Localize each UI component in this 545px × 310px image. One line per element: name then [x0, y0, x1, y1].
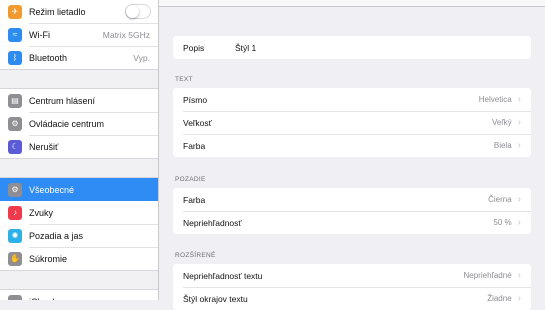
chevron-right-icon: › — [517, 140, 521, 151]
sidebar-item-label: Bluetooth — [29, 52, 68, 63]
row-value: 50 % — [493, 218, 512, 227]
row-label: Písmo — [183, 94, 208, 105]
row-value: Veľký — [491, 118, 512, 127]
notification-center-icon: ▤ — [8, 93, 22, 108]
sidebar-item-notification-center[interactable]: ▤ Centrum hlásení — [0, 89, 158, 112]
sidebar-group-notifications: ▤ Centrum hlásení ⚙ Ovládacie centrum ☾ … — [0, 89, 158, 158]
chevron-right-icon: › — [517, 293, 521, 304]
privacy-hand-icon: ✋ — [8, 251, 22, 266]
sidebar-group-connectivity: ✈ Režim lietadlo ≈ Wi-Fi Matrix 5GHz ᛒ B… — [0, 0, 158, 69]
row-value: Helvetica — [478, 95, 512, 104]
row-label: Veľkosť — [183, 117, 212, 128]
style-name-row[interactable]: Popis Štýl 1 — [173, 36, 531, 59]
section-header-text: TEXT — [175, 76, 193, 83]
sidebar-item-label: Všeobecné — [29, 184, 75, 195]
chevron-right-icon: › — [517, 117, 521, 128]
advanced-settings-card: Nepriehľadnosť textu Nepriehľadné › Štýl… — [173, 264, 531, 310]
sidebar-item-icloud[interactable]: ☁ iCloud — [0, 290, 158, 300]
bluetooth-status-value: Vyp. — [133, 52, 150, 63]
style-name-field[interactable]: Štýl 1 — [235, 43, 521, 53]
detail-pane: Popis Štýl 1 TEXT Písmo Helvetica › Veľk… — [159, 0, 545, 310]
background-settings-card: Farba Čierna › Nepriehľadnosť 50 % › — [173, 188, 531, 234]
sounds-icon: ♪ — [8, 205, 22, 220]
section-header-background: POZADIE — [175, 176, 206, 183]
control-center-icon: ⚙ — [8, 116, 22, 131]
general-gear-icon: ⚙ — [8, 182, 22, 197]
sidebar-item-privacy[interactable]: ✋ Súkromie — [0, 247, 158, 270]
text-size-row[interactable]: Veľkosť Veľký › — [173, 111, 531, 134]
sidebar-item-label: Zvuky — [29, 207, 54, 218]
sidebar-group-cloud: ☁ iCloud — [0, 290, 158, 300]
row-label: Nepriehľadnosť textu — [183, 270, 263, 281]
row-label: Farba — [183, 194, 206, 205]
row-value: Čierna — [488, 195, 512, 204]
text-color-row[interactable]: Farba Biela › — [173, 134, 531, 157]
wallpaper-brightness-icon: ✺ — [8, 228, 22, 243]
wifi-network-value: Matrix 5GHz — [102, 29, 150, 40]
sidebar-item-label: Centrum hlásení — [29, 95, 96, 106]
background-color-row[interactable]: Farba Čierna › — [173, 188, 531, 211]
text-opacity-row[interactable]: Nepriehľadnosť textu Nepriehľadné › — [173, 264, 531, 287]
sidebar-item-airplane-mode[interactable]: ✈ Režim lietadlo — [0, 0, 158, 23]
icloud-icon: ☁ — [8, 294, 22, 300]
sidebar-group-gap — [0, 270, 158, 290]
row-value: Biela — [493, 141, 512, 150]
sidebar-item-control-center[interactable]: ⚙ Ovládacie centrum — [0, 112, 158, 135]
sidebar-item-wifi[interactable]: ≈ Wi-Fi Matrix 5GHz — [0, 23, 158, 46]
sidebar-group-general: ⚙ Všeobecné ♪ Zvuky ✺ Pozadia a jas ✋ Sú… — [0, 178, 158, 270]
sidebar-item-general[interactable]: ⚙ Všeobecné — [0, 178, 158, 201]
sidebar-item-label: iCloud — [29, 297, 158, 301]
sidebar-item-label: Ovládacie centrum — [29, 118, 105, 129]
bluetooth-icon: ᛒ — [8, 50, 22, 65]
sidebar-item-wallpaper-brightness[interactable]: ✺ Pozadia a jas — [0, 224, 158, 247]
nav-bar — [159, 0, 545, 7]
text-edge-style-row[interactable]: Štýl okrajov textu Žiadne › — [173, 287, 531, 310]
sidebar-item-label: Nerušiť — [29, 141, 59, 152]
airplane-mode-toggle[interactable] — [125, 4, 151, 19]
toggle-knob — [126, 5, 139, 18]
settings-sidebar: ✈ Režim lietadlo ≈ Wi-Fi Matrix 5GHz ᛒ B… — [0, 0, 159, 300]
row-value: Žiadne — [487, 294, 512, 303]
airplane-icon: ✈ — [8, 4, 22, 19]
sidebar-item-bluetooth[interactable]: ᛒ Bluetooth Vyp. — [0, 46, 158, 69]
row-value: Nepriehľadné — [463, 271, 512, 280]
row-label: Farba — [183, 140, 206, 151]
sidebar-item-label: Pozadia a jas — [29, 230, 84, 241]
sidebar-item-do-not-disturb[interactable]: ☾ Nerušiť — [0, 135, 158, 158]
background-opacity-row[interactable]: Nepriehľadnosť 50 % › — [173, 211, 531, 234]
style-name-label: Popis — [183, 42, 205, 53]
chevron-right-icon: › — [517, 94, 521, 105]
do-not-disturb-icon: ☾ — [8, 139, 22, 154]
row-label: Nepriehľadnosť — [183, 217, 242, 228]
chevron-right-icon: › — [517, 194, 521, 205]
sidebar-group-gap — [0, 69, 158, 89]
sidebar-item-sounds[interactable]: ♪ Zvuky — [0, 201, 158, 224]
sidebar-item-label: Režim lietadlo — [29, 6, 86, 17]
sidebar-item-label: Súkromie — [29, 253, 68, 264]
text-font-row[interactable]: Písmo Helvetica › — [173, 88, 531, 111]
row-label: Štýl okrajov textu — [183, 293, 248, 304]
chevron-right-icon: › — [517, 270, 521, 281]
text-settings-card: Písmo Helvetica › Veľkosť Veľký › Farba … — [173, 88, 531, 157]
style-name-card: Popis Štýl 1 — [173, 36, 531, 59]
chevron-right-icon: › — [517, 217, 521, 228]
sidebar-item-label: Wi-Fi — [29, 29, 50, 40]
wifi-icon: ≈ — [8, 27, 22, 42]
section-header-advanced: ROZŠÍRENÉ — [175, 252, 216, 259]
sidebar-group-gap — [0, 158, 158, 178]
